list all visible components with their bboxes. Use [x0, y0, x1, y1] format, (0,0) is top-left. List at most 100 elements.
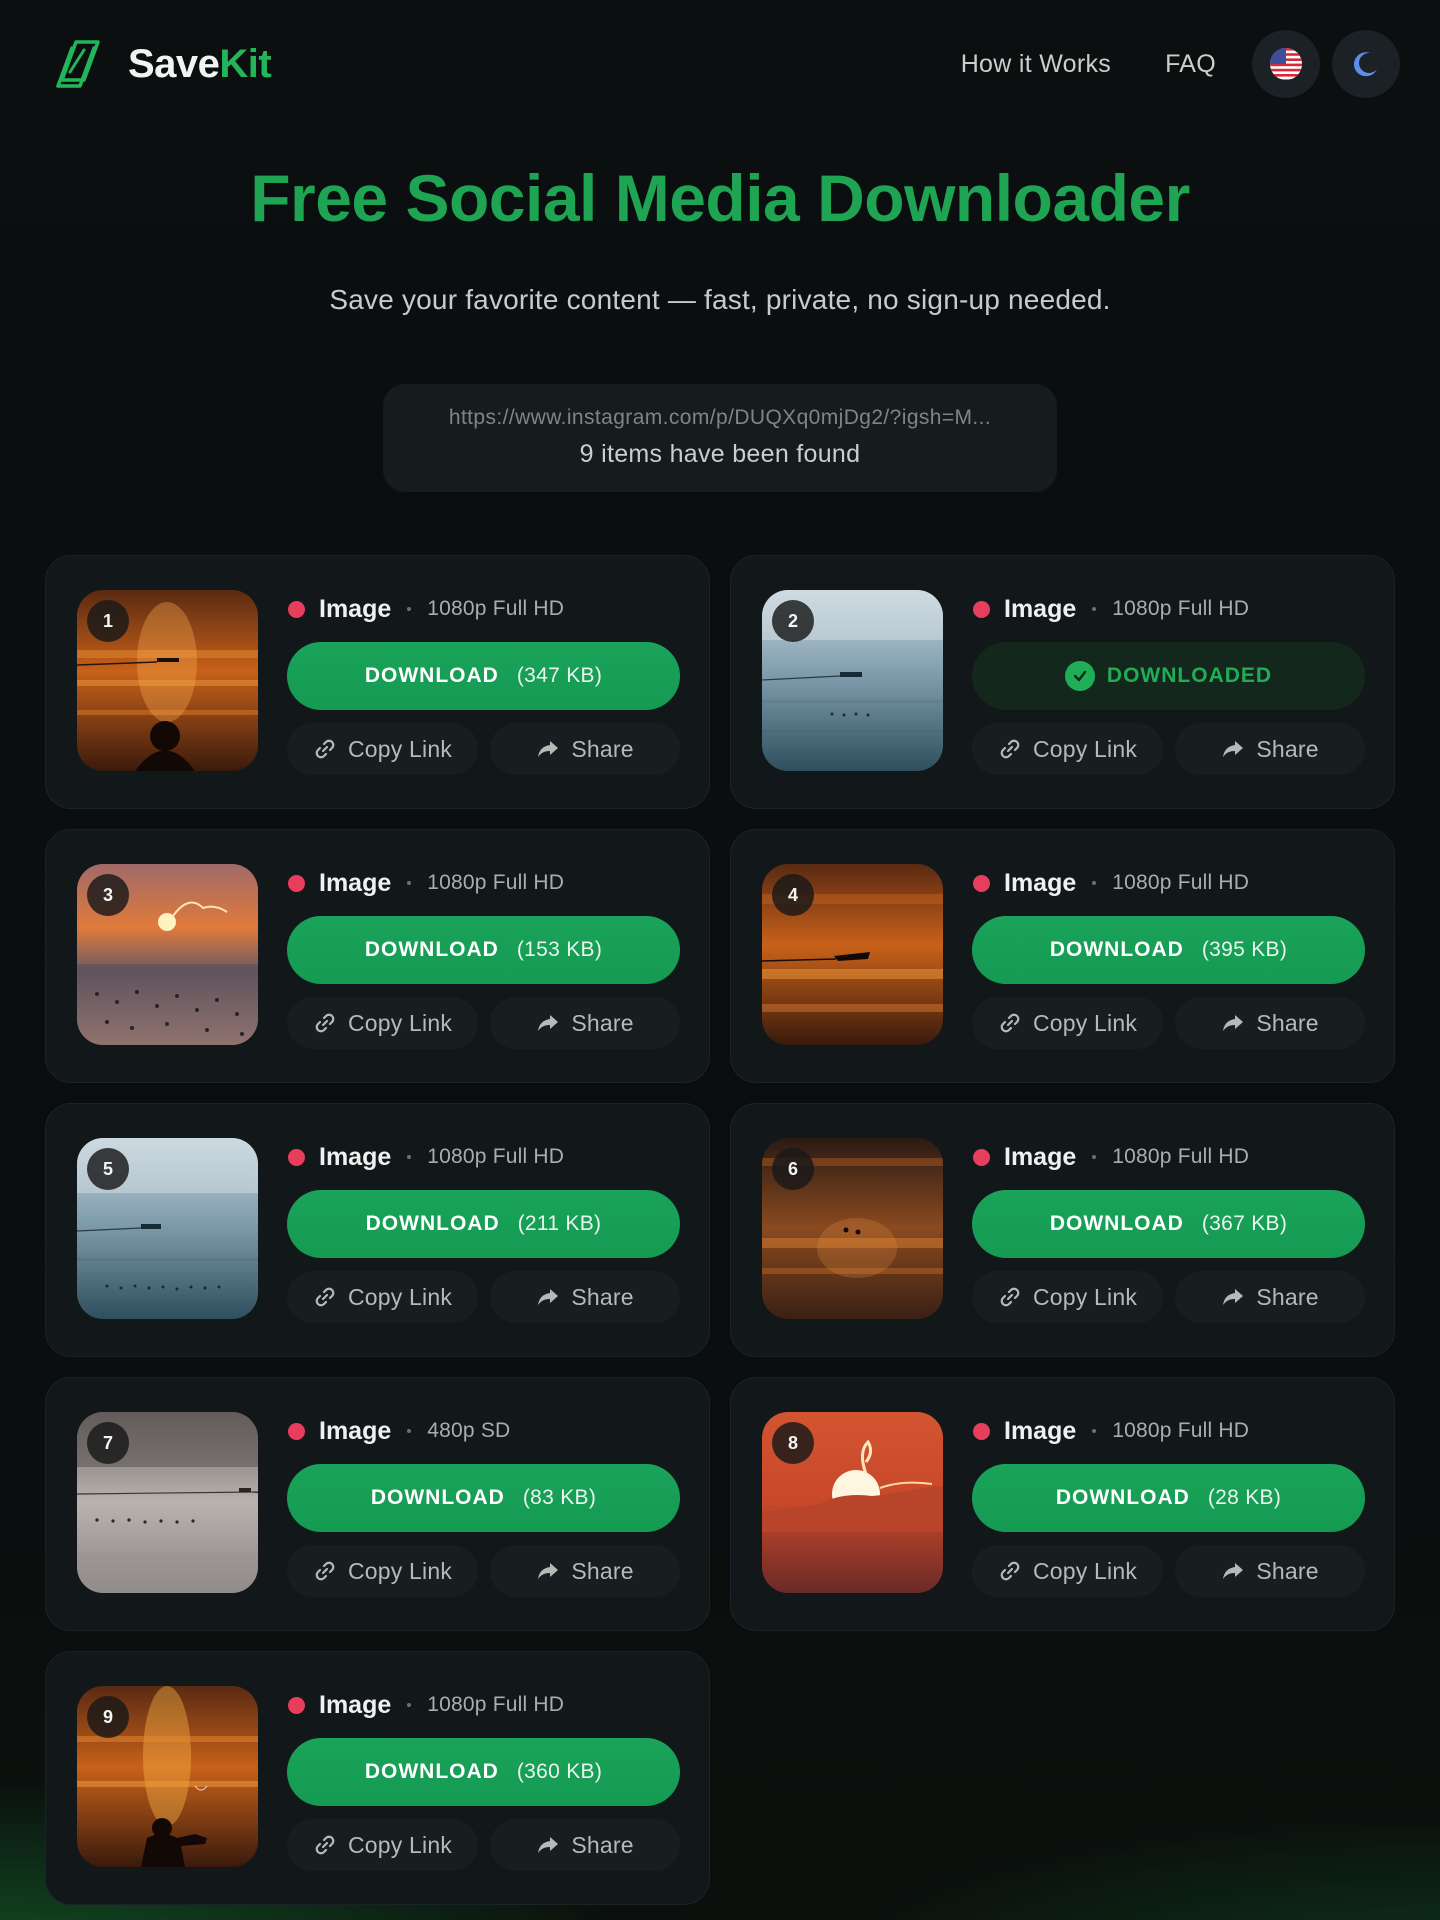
moon-icon [1353, 52, 1377, 77]
item-index-badge: 7 [87, 1422, 129, 1464]
language-button[interactable] [1252, 30, 1320, 98]
download-size: (360 KB) [516, 1760, 603, 1783]
copy-link-button[interactable]: Copy Link [287, 723, 478, 775]
item-type: Image [319, 1690, 392, 1719]
share-button[interactable]: Share [490, 1545, 680, 1597]
share-button[interactable]: Share [1175, 723, 1365, 775]
top-nav: How it Works FAQ [961, 30, 1400, 98]
theme-toggle-button[interactable] [1332, 30, 1400, 98]
item-quality: 1080p Full HD [1112, 871, 1250, 894]
download-label: DOWNLOAD [365, 1212, 500, 1235]
share-button[interactable]: Share [490, 997, 680, 1049]
copy-link-label: Copy Link [347, 1831, 453, 1858]
media-thumbnail[interactable]: 3 [77, 864, 258, 1045]
copy-link-button[interactable]: Copy Link [287, 1819, 478, 1871]
copy-link-button[interactable]: Copy Link [972, 1271, 1163, 1323]
item-index-badge: 8 [772, 1422, 814, 1464]
download-button[interactable]: DOWNLOAD (83 KB) [287, 1464, 680, 1532]
download-size: (367 KB) [1201, 1212, 1288, 1235]
share-label: Share [571, 1283, 634, 1310]
separator-dot [407, 1429, 412, 1433]
copy-link-button[interactable]: Copy Link [972, 997, 1163, 1049]
download-size: (347 KB) [516, 664, 603, 687]
media-card: 3 Image 1080p Full HD DOWNLOAD (153 KB) … [45, 829, 710, 1083]
download-button[interactable]: DOWNLOAD (28 KB) [972, 1464, 1365, 1532]
media-card: 4 Image 1080p Full HD DOWNLOAD (395 KB) … [730, 829, 1395, 1083]
item-quality: 1080p Full HD [1112, 1145, 1250, 1168]
type-indicator-dot [288, 1422, 305, 1440]
item-type: Image [319, 1416, 392, 1445]
media-card: 8 Image 1080p Full HD DOWNLOAD (28 KB) C… [730, 1377, 1395, 1631]
media-thumbnail[interactable]: 4 [762, 864, 943, 1045]
media-thumbnail[interactable]: 8 [762, 1412, 943, 1593]
download-button[interactable]: DOWNLOAD (347 KB) [287, 642, 680, 710]
type-indicator-dot [288, 1148, 305, 1166]
item-type: Image [319, 594, 392, 623]
link-icon [1000, 739, 1020, 759]
copy-link-button[interactable]: Copy Link [287, 997, 478, 1049]
download-button[interactable]: DOWNLOAD (360 KB) [287, 1738, 680, 1806]
download-button[interactable]: DOWNLOAD (395 KB) [972, 916, 1365, 984]
media-thumbnail[interactable]: 5 [77, 1138, 258, 1319]
downloaded-label: DOWNLOADED [1106, 664, 1273, 687]
download-button[interactable]: DOWNLOAD (211 KB) [287, 1190, 680, 1258]
copy-link-label: Copy Link [347, 735, 453, 762]
download-label: DOWNLOAD [364, 938, 499, 961]
download-label: DOWNLOAD [1049, 938, 1184, 961]
copy-link-button[interactable]: Copy Link [972, 1545, 1163, 1597]
media-thumbnail[interactable]: 6 [762, 1138, 943, 1319]
item-type: Image [1004, 1142, 1077, 1171]
share-button[interactable]: Share [490, 1819, 680, 1871]
item-meta: Image 1080p Full HD [288, 1688, 564, 1722]
link-icon [315, 1835, 335, 1855]
item-quality: 1080p Full HD [427, 871, 565, 894]
media-card: 9 Image 1080p Full HD DOWNLOAD (360 KB) … [45, 1651, 710, 1905]
download-button[interactable]: DOWNLOAD (367 KB) [972, 1190, 1365, 1258]
link-icon [1000, 1013, 1020, 1033]
type-indicator-dot [973, 600, 990, 618]
separator-dot [1092, 881, 1097, 885]
share-icon [538, 741, 559, 757]
download-button[interactable]: DOWNLOAD (153 KB) [287, 916, 680, 984]
copy-link-button[interactable]: Copy Link [287, 1271, 478, 1323]
media-thumbnail[interactable]: 7 [77, 1412, 258, 1593]
type-indicator-dot [288, 874, 305, 892]
media-card: 2 Image 1080p Full HD DOWNLOADED Copy Li… [730, 555, 1395, 809]
item-index-badge: 5 [87, 1148, 129, 1190]
downloaded-status-button[interactable]: DOWNLOADED [972, 642, 1365, 710]
share-button[interactable]: Share [490, 1271, 680, 1323]
share-label: Share [1256, 1283, 1319, 1310]
result-summary: https://www.instagram.com/p/DUQXq0mjDg2/… [383, 384, 1057, 492]
share-icon [538, 1289, 559, 1305]
brand-name: SaveKit [128, 41, 272, 86]
copy-link-label: Copy Link [347, 1557, 453, 1584]
media-thumbnail[interactable]: 1 [77, 590, 258, 771]
copy-link-button[interactable]: Copy Link [287, 1545, 478, 1597]
media-thumbnail[interactable]: 2 [762, 590, 943, 771]
separator-dot [407, 1703, 412, 1707]
media-thumbnail[interactable]: 9 [77, 1686, 258, 1867]
share-button[interactable]: Share [1175, 1545, 1365, 1597]
item-meta: Image 1080p Full HD [288, 592, 564, 626]
logo-mark-icon [56, 40, 100, 88]
download-size: (211 KB) [517, 1212, 602, 1235]
share-icon [538, 1563, 559, 1579]
link-icon [1000, 1287, 1020, 1307]
page-title: Free Social Media Downloader [250, 161, 1190, 235]
separator-dot [407, 607, 412, 611]
nav-faq[interactable]: FAQ [1165, 50, 1216, 79]
item-meta: Image 480p SD [288, 1414, 510, 1448]
share-button[interactable]: Share [1175, 1271, 1365, 1323]
type-indicator-dot [288, 1696, 305, 1714]
nav-how-it-works[interactable]: How it Works [961, 50, 1111, 79]
download-size: (153 KB) [516, 938, 603, 961]
share-icon [1223, 1563, 1244, 1579]
logo[interactable]: SaveKit [54, 36, 272, 92]
item-meta: Image 1080p Full HD [973, 866, 1249, 900]
share-button[interactable]: Share [490, 723, 680, 775]
share-button[interactable]: Share [1175, 997, 1365, 1049]
download-label: DOWNLOAD [370, 1486, 505, 1509]
share-label: Share [571, 1009, 634, 1036]
copy-link-button[interactable]: Copy Link [972, 723, 1163, 775]
results-grid: 1 Image 1080p Full HD DOWNLOAD (347 KB) … [45, 555, 1395, 1905]
